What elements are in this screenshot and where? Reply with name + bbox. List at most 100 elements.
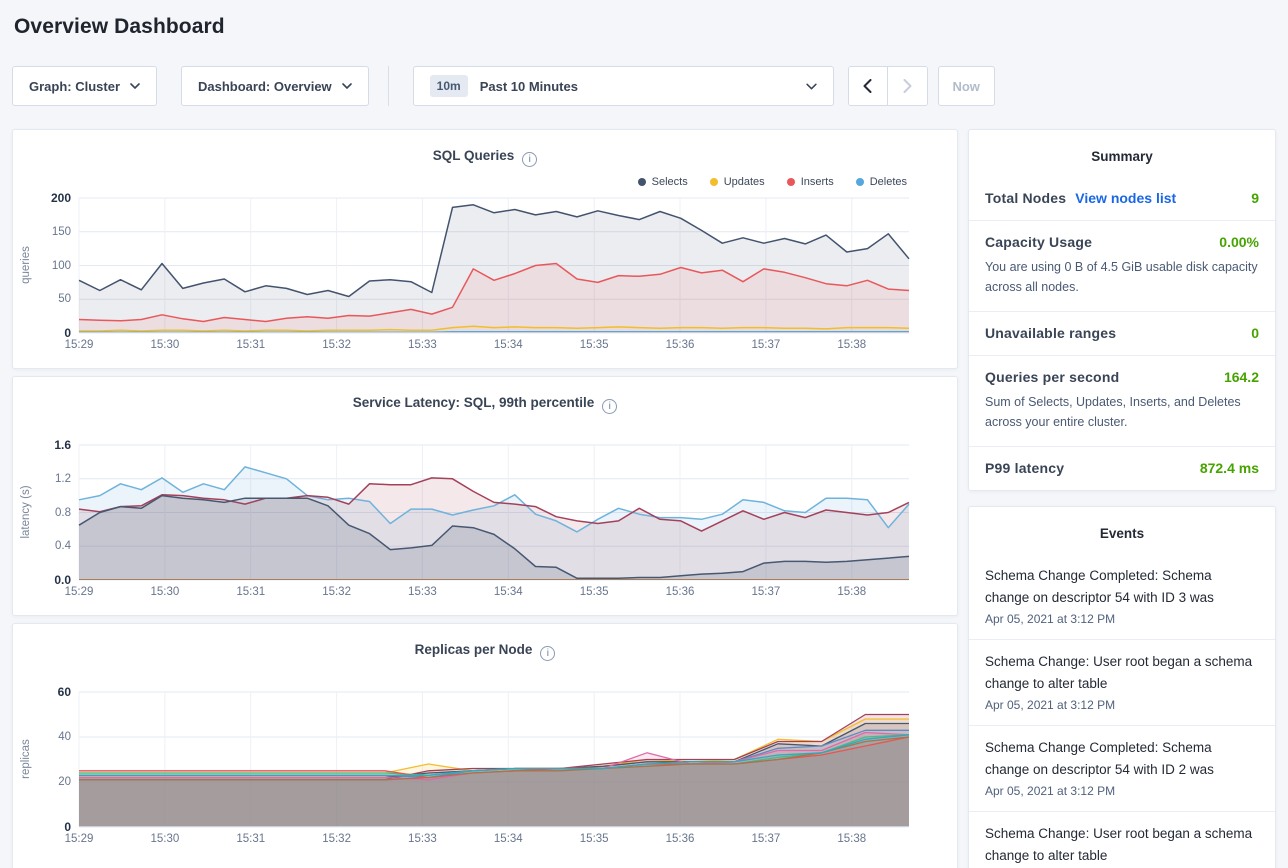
x-tick-label: 15:36 xyxy=(666,339,695,351)
summary-row-header: P99 latency872.4 ms xyxy=(985,460,1259,476)
y-tick-label: 0.4 xyxy=(15,540,71,552)
x-tick-label: 15:32 xyxy=(322,339,351,351)
dashboard-main: SQL Queries i Selects Updates Inserts Delete… xyxy=(12,129,1276,868)
y-tick-label: 0.8 xyxy=(15,507,71,519)
events-list: Schema Change Completed: Schema change o… xyxy=(969,554,1275,868)
chart-title: SQL Queries xyxy=(433,148,515,163)
summary-row: Unavailable ranges0 xyxy=(969,311,1275,355)
time-nav-buttons xyxy=(848,66,928,106)
x-tick-label: 15:32 xyxy=(322,833,351,845)
x-tick-label: 15:30 xyxy=(150,339,179,351)
x-tick-label: 15:37 xyxy=(752,339,781,351)
events-panel: Events Schema Change Completed: Schema c… xyxy=(968,506,1276,868)
toolbar-divider xyxy=(388,66,389,106)
summary-row-header: Unavailable ranges0 xyxy=(985,325,1259,341)
x-tick-label: 15:37 xyxy=(752,586,781,598)
legend-item: Deletes xyxy=(856,176,907,188)
chevron-right-icon xyxy=(903,79,912,93)
summary-row-value: 9 xyxy=(1251,190,1259,206)
summary-row-header: Total Nodes View nodes list 9 xyxy=(985,190,1259,206)
y-tick-label: 1.6 xyxy=(15,438,71,452)
y-tick-label: 1.2 xyxy=(15,473,71,485)
chart-plot: 020406015:2915:3015:3115:3215:3315:3415:… xyxy=(79,692,909,827)
time-window-label: Past 10 Minutes xyxy=(480,79,578,94)
event-timestamp: Apr 05, 2021 at 3:12 PM xyxy=(985,784,1259,798)
legend-dot xyxy=(638,178,646,186)
summary-row-value: 0.00% xyxy=(1219,234,1259,250)
summary-row: Capacity Usage0.00%You are using 0 B of … xyxy=(969,220,1275,311)
time-window-dropdown[interactable]: 10m Past 10 Minutes xyxy=(413,66,834,106)
info-icon[interactable]: i xyxy=(602,399,617,414)
summary-rows: Total Nodes View nodes list 9 Capacity Usag… xyxy=(969,177,1275,490)
dashboard-dropdown[interactable]: Dashboard: Overview xyxy=(181,66,369,106)
x-tick-label: 15:33 xyxy=(408,339,437,351)
summary-row-label: Total Nodes xyxy=(985,190,1066,206)
legend-label: Selects xyxy=(652,176,688,188)
y-tick-label: 200 xyxy=(15,191,71,205)
y-tick-label: 20 xyxy=(15,776,71,788)
x-tick-label: 15:30 xyxy=(150,586,179,598)
chevron-down-icon xyxy=(342,83,352,89)
legend-item: Updates xyxy=(710,176,765,188)
legend-label: Inserts xyxy=(801,176,834,188)
chart-plot: 05010015020015:2915:3015:3115:3215:3315:… xyxy=(79,198,909,333)
event-text: Schema Change Completed: Schema change o… xyxy=(985,737,1259,781)
now-button[interactable]: Now xyxy=(938,66,995,106)
event-item[interactable]: Schema Change: User root began a schema … xyxy=(969,811,1275,868)
y-tick-label: 50 xyxy=(15,293,71,305)
info-icon[interactable]: i xyxy=(540,646,555,661)
next-time-button[interactable] xyxy=(888,67,927,105)
y-tick-label: 40 xyxy=(15,731,71,743)
event-item[interactable]: Schema Change Completed: Schema change o… xyxy=(969,725,1275,811)
chart-canvas xyxy=(79,445,909,580)
x-tick-label: 15:31 xyxy=(236,833,265,845)
charts-column: SQL Queries i Selects Updates Inserts Delete… xyxy=(12,129,958,868)
summary-row-label: P99 latency xyxy=(985,460,1064,476)
side-column: Summary Total Nodes View nodes list 9 Capac… xyxy=(968,129,1276,868)
dashboard-dropdown-label: Dashboard: Overview xyxy=(198,79,332,94)
summary-row-note: Sum of Selects, Updates, Inserts, and De… xyxy=(985,392,1259,432)
chart-header: SQL Queries i xyxy=(13,147,957,167)
event-timestamp: Apr 05, 2021 at 3:12 PM xyxy=(985,698,1259,712)
x-tick-label: 15:34 xyxy=(494,833,523,845)
event-text: Schema Change: User root began a schema … xyxy=(985,823,1259,867)
event-text: Schema Change: User root began a schema … xyxy=(985,651,1259,695)
legend-label: Updates xyxy=(724,176,765,188)
y-tick-label: 0 xyxy=(15,326,71,340)
graph-dropdown[interactable]: Graph: Cluster xyxy=(12,66,157,106)
summary-row-header: Queries per second164.2 xyxy=(985,369,1259,385)
prev-time-button[interactable] xyxy=(849,67,888,105)
x-tick-label: 15:38 xyxy=(837,833,866,845)
legend-item: Inserts xyxy=(787,176,834,188)
x-tick-label: 15:37 xyxy=(752,833,781,845)
y-tick-label: 60 xyxy=(15,685,71,699)
x-tick-label: 15:31 xyxy=(236,586,265,598)
chevron-down-icon xyxy=(806,83,817,90)
summary-row-value: 164.2 xyxy=(1224,369,1259,385)
graph-dropdown-label: Graph: Cluster xyxy=(29,79,120,94)
summary-row: Queries per second164.2 Sum of Selects, U… xyxy=(969,355,1275,446)
x-tick-label: 15:36 xyxy=(666,586,695,598)
chart-title: Replicas per Node xyxy=(415,642,533,657)
summary-title: Summary xyxy=(969,130,1275,177)
summary-row: Total Nodes View nodes list 9 xyxy=(969,177,1275,220)
chart-legend: Selects Updates Inserts Deletes xyxy=(638,176,907,188)
x-tick-label: 15:34 xyxy=(494,339,523,351)
y-tick-label: 0.0 xyxy=(15,573,71,587)
page-title: Overview Dashboard xyxy=(14,15,1276,39)
event-item[interactable]: Schema Change Completed: Schema change o… xyxy=(969,554,1275,639)
legend-dot xyxy=(710,178,718,186)
summary-row-note: You are using 0 B of 4.5 GiB usable disk… xyxy=(985,257,1259,297)
info-icon[interactable]: i xyxy=(522,152,537,167)
chart-plot: 0.00.40.81.21.615:2915:3015:3115:3215:33… xyxy=(79,445,909,580)
x-tick-label: 15:29 xyxy=(65,833,94,845)
y-tick-label: 0 xyxy=(15,820,71,834)
time-window-badge: 10m xyxy=(430,75,468,97)
x-tick-label: 15:30 xyxy=(150,833,179,845)
x-tick-label: 15:29 xyxy=(65,339,94,351)
summary-row-label: Unavailable ranges xyxy=(985,325,1116,341)
chevron-down-icon xyxy=(130,83,140,89)
view-nodes-link[interactable]: View nodes list xyxy=(1075,190,1176,206)
x-tick-label: 15:35 xyxy=(580,586,609,598)
event-item[interactable]: Schema Change: User root began a schema … xyxy=(969,639,1275,725)
